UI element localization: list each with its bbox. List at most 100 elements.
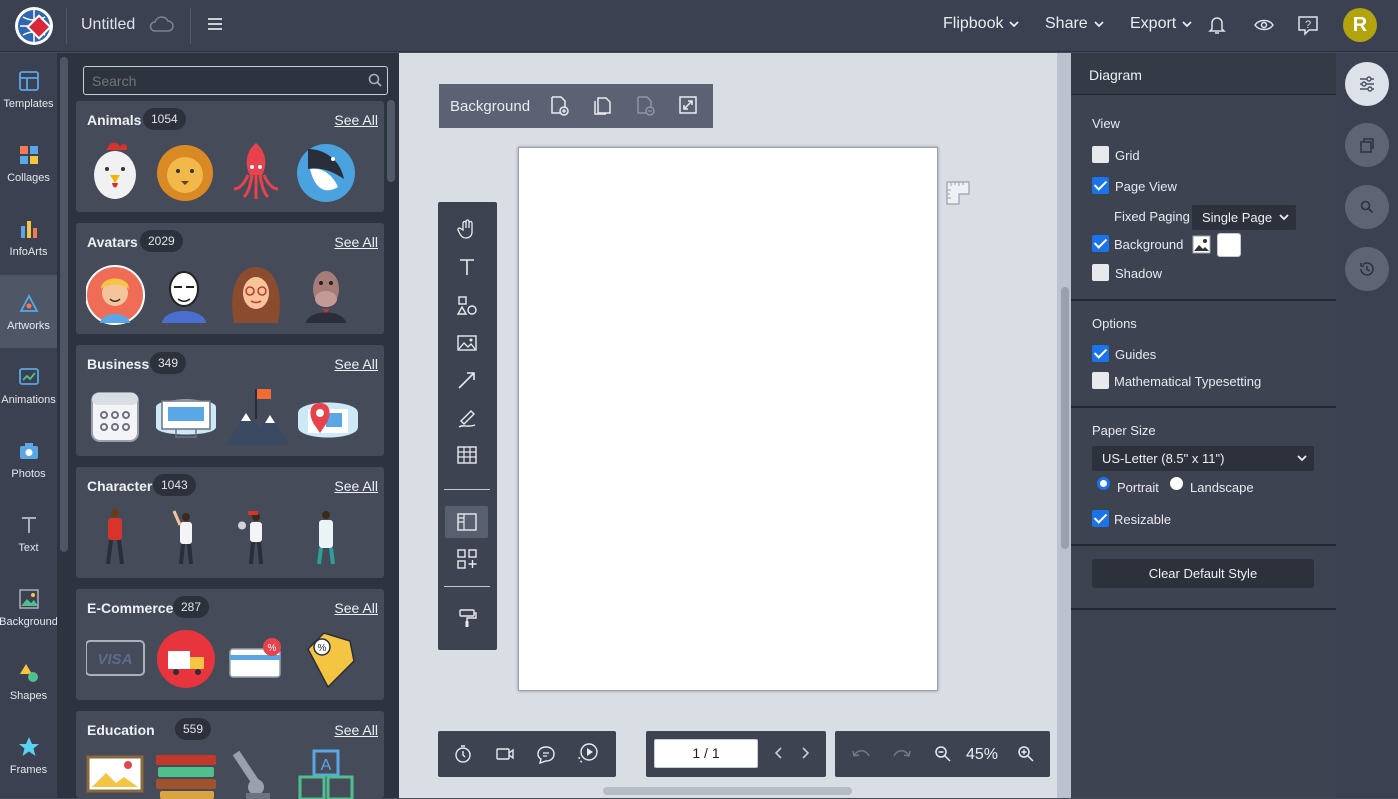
paper-size-select[interactable]: US-Letter (8.5" x 11") <box>1092 446 1314 471</box>
character-doctor-thumbnail[interactable] <box>317 511 335 565</box>
rail-item-templates[interactable]: Templates <box>0 53 57 126</box>
rail-item-text[interactable]: Text <box>0 497 57 570</box>
eye-icon[interactable] <box>1254 14 1274 39</box>
layers-icon[interactable] <box>1345 123 1389 167</box>
character-waving-man-thumbnail[interactable] <box>172 510 193 565</box>
format-painter-tool-icon[interactable] <box>445 602 488 634</box>
layout-panel-tool-icon[interactable] <box>445 506 488 538</box>
rail-item-collages[interactable]: Collages <box>0 127 57 200</box>
calendar-thumbnail[interactable] <box>91 392 139 442</box>
character-red-jacket-thumbnail[interactable] <box>106 509 124 565</box>
map-location-thumbnail[interactable] <box>298 402 358 438</box>
cloud-save-icon[interactable] <box>148 14 174 37</box>
bell-icon[interactable] <box>1208 14 1226 39</box>
math-typesetting-checkbox[interactable] <box>1092 372 1109 389</box>
abc-blocks-thumbnail[interactable]: A <box>298 749 354 799</box>
rail-item-frames[interactable]: Frames <box>0 719 57 792</box>
zoom-in-icon[interactable] <box>1017 745 1035 766</box>
pen-tool-icon[interactable] <box>445 402 488 434</box>
delivery-truck-thumbnail[interactable] <box>157 630 215 688</box>
shapes-tool-icon[interactable] <box>445 289 488 321</box>
comment-icon[interactable] <box>536 744 556 767</box>
see-all-link[interactable]: See All <box>334 600 378 616</box>
hamburger-menu-icon[interactable] <box>206 14 224 37</box>
presentation-play-icon[interactable] <box>574 741 600 770</box>
fixed-paging-select[interactable]: Single Page <box>1192 205 1296 230</box>
book-stack-thumbnail[interactable] <box>156 755 216 799</box>
history-icon[interactable] <box>1345 247 1389 291</box>
chicken-thumbnail[interactable] <box>94 142 136 200</box>
see-all-link[interactable]: See All <box>334 356 378 372</box>
rail-item-background[interactable]: Background <box>0 571 58 644</box>
mountain-flag-thumbnail[interactable] <box>226 389 290 445</box>
duplicate-page-icon[interactable] <box>591 94 613 119</box>
app-logo-icon[interactable] <box>14 6 54 46</box>
page-view-checkbox[interactable] <box>1092 177 1109 194</box>
portrait-radio[interactable] <box>1097 477 1110 490</box>
document-title[interactable]: Untitled <box>81 16 135 34</box>
connector-tool-icon[interactable] <box>445 364 488 396</box>
resize-page-icon[interactable] <box>677 94 699 119</box>
see-all-link[interactable]: See All <box>334 112 378 128</box>
guides-checkbox[interactable] <box>1092 345 1109 362</box>
shadow-checkbox[interactable] <box>1092 264 1109 281</box>
grid-checkbox[interactable] <box>1092 146 1109 163</box>
price-tag-thumbnail[interactable]: % <box>307 632 355 689</box>
rail-item-shapes[interactable]: Shapes <box>0 645 57 718</box>
see-all-link[interactable]: See All <box>334 234 378 250</box>
see-all-link[interactable]: See All <box>334 722 378 738</box>
see-all-link[interactable]: See All <box>334 478 378 494</box>
video-icon[interactable] <box>495 744 515 767</box>
library-scrollbar[interactable] <box>387 100 395 182</box>
squid-thumbnail[interactable] <box>233 143 279 199</box>
background-image-icon[interactable] <box>1192 235 1211 257</box>
share-menu[interactable]: Share <box>1045 15 1104 33</box>
previous-page-icon[interactable] <box>773 745 785 764</box>
background-checkbox[interactable] <box>1092 235 1109 252</box>
zoom-level[interactable]: 45% <box>966 746 998 764</box>
avatar-bald-man-thumbnail[interactable] <box>162 271 206 323</box>
text-tool-icon[interactable] <box>445 251 488 283</box>
lion-thumbnail[interactable] <box>157 145 213 201</box>
ruler-icon[interactable] <box>945 180 971 209</box>
landscape-radio[interactable] <box>1170 477 1183 490</box>
help-icon[interactable]: ? <box>1297 14 1319 39</box>
rail-item-photos[interactable]: Photos <box>0 423 57 496</box>
penguin-thumbnail[interactable] <box>297 144 355 202</box>
rail-scrollbar[interactable] <box>60 57 68 552</box>
avatar-hippo-thumbnail[interactable] <box>306 271 346 323</box>
easel-board-thumbnail[interactable] <box>86 755 144 793</box>
find-icon[interactable] <box>1345 185 1389 229</box>
presentation-screen-thumbnail[interactable] <box>156 399 216 438</box>
horizontal-scrollbar[interactable] <box>603 787 852 795</box>
add-widget-tool-icon[interactable] <box>445 543 488 575</box>
user-avatar[interactable]: R <box>1343 8 1377 42</box>
avatar-woman-glasses-thumbnail[interactable] <box>232 267 280 323</box>
rail-item-artworks[interactable]: Artworks <box>0 275 57 348</box>
avatar-blond-man-thumbnail[interactable] <box>86 265 145 325</box>
visa-card-thumbnail[interactable]: VISA <box>86 640 145 676</box>
search-icon[interactable] <box>368 73 382 90</box>
hand-tool-icon[interactable] <box>445 213 488 245</box>
search-input[interactable] <box>83 66 388 95</box>
zoom-out-icon[interactable] <box>934 745 952 766</box>
document-page[interactable] <box>518 147 938 691</box>
image-tool-icon[interactable] <box>445 327 488 359</box>
page-number-input[interactable]: 1 / 1 <box>654 739 758 768</box>
character-chef-thumbnail[interactable] <box>238 511 263 565</box>
add-page-icon[interactable] <box>548 94 570 119</box>
vertical-scrollbar[interactable] <box>1061 287 1069 549</box>
table-tool-icon[interactable] <box>445 439 488 471</box>
timer-icon[interactable] <box>453 744 473 767</box>
rail-item-animations[interactable]: Animations <box>0 349 57 422</box>
background-color-swatch[interactable] <box>1217 233 1241 257</box>
next-page-icon[interactable] <box>799 745 811 764</box>
properties-sliders-icon[interactable] <box>1345 62 1389 106</box>
export-menu[interactable]: Export <box>1130 15 1192 33</box>
rail-item-infoarts[interactable]: InfoArts <box>0 201 57 274</box>
clear-default-style-button[interactable]: Clear Default Style <box>1092 559 1314 588</box>
resizable-checkbox[interactable] <box>1092 510 1109 527</box>
credit-card-discount-thumbnail[interactable]: % <box>229 638 281 678</box>
microscope-thumbnail[interactable] <box>232 750 270 799</box>
flipbook-menu[interactable]: Flipbook <box>943 15 1020 33</box>
